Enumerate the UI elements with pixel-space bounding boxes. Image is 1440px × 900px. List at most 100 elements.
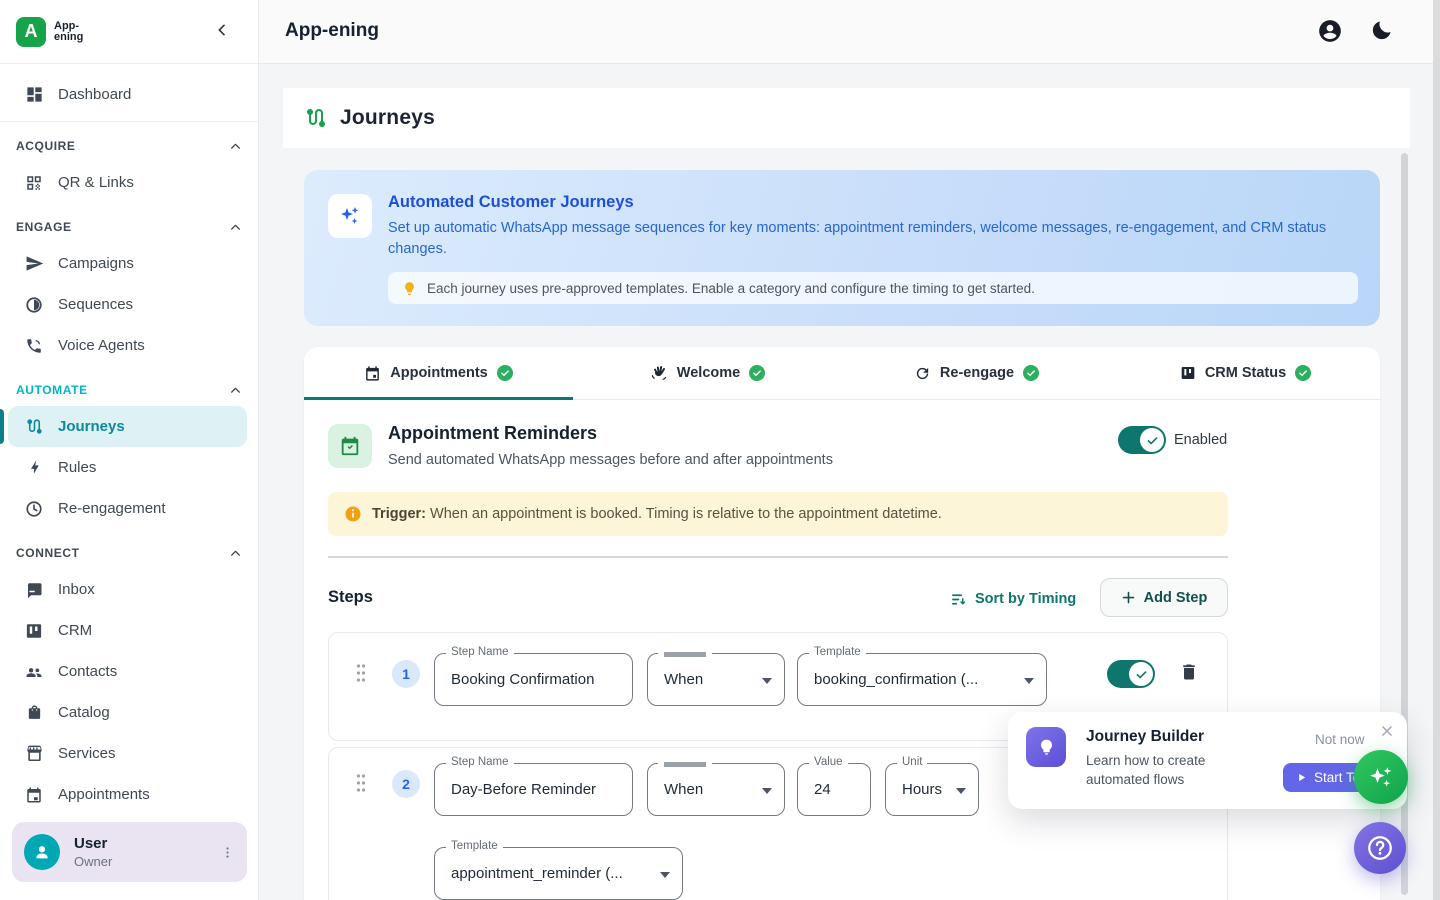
- sidebar-item-contacts[interactable]: Contacts: [0, 651, 258, 692]
- lightbulb-icon: [402, 281, 417, 296]
- sidebar-section-automate[interactable]: AUTOMATE: [0, 378, 258, 402]
- sort-by-timing-button[interactable]: Sort by Timing: [950, 585, 1076, 613]
- section-title: Appointment Reminders: [388, 423, 597, 444]
- ai-assistant-fab[interactable]: [1354, 750, 1408, 804]
- user-name: User: [74, 835, 220, 852]
- chevron-left-icon: [214, 22, 230, 38]
- sidebar-item-inbox[interactable]: Inbox: [0, 569, 258, 610]
- user-profile-card[interactable]: User Owner: [12, 822, 247, 882]
- unit-select[interactable]: Unit Hours: [885, 763, 979, 816]
- sidebar-item-appointments[interactable]: Appointments: [0, 774, 258, 815]
- drag-handle-icon[interactable]: [355, 663, 367, 683]
- sidebar-item-label: Sequences: [58, 296, 133, 313]
- when-select[interactable]: When: [647, 653, 785, 706]
- page-scrollbar[interactable]: [1433, 0, 1440, 900]
- when-select[interactable]: When: [647, 763, 785, 816]
- sidebar-section-engage[interactable]: ENGAGE: [0, 215, 258, 239]
- close-button[interactable]: [1380, 724, 1394, 738]
- sidebar-item-crm[interactable]: CRM: [0, 610, 258, 651]
- sidebar-item-sequences[interactable]: Sequences: [0, 284, 258, 325]
- steps-heading: Steps: [328, 588, 373, 607]
- step-name-input[interactable]: [435, 654, 632, 705]
- calendar-icon: [24, 786, 44, 804]
- step-number-badge: 1: [392, 660, 420, 688]
- chevron-up-icon: [229, 547, 242, 560]
- journeys-card: Appointments Welcome Re-engage CRM Statu…: [304, 347, 1380, 900]
- kanban-icon: [24, 622, 44, 640]
- toggle-thumb: [1129, 662, 1153, 686]
- sidebar-item-label: Journeys: [58, 418, 125, 435]
- tab-crm-status[interactable]: CRM Status: [1111, 347, 1380, 399]
- sidebar-item-services[interactable]: Services: [0, 733, 258, 774]
- sidebar-section-connect[interactable]: CONNECT: [0, 541, 258, 565]
- sort-icon: [950, 591, 967, 608]
- brand-name: App- ening: [54, 21, 83, 43]
- template-select[interactable]: Template appointment_reminder (...: [434, 847, 683, 900]
- step-name-field: Step Name: [434, 763, 633, 816]
- user-role: Owner: [74, 854, 220, 869]
- sidebar-item-label: Services: [58, 745, 116, 762]
- chevron-down-icon: [660, 872, 670, 878]
- step-enabled-toggle[interactable]: [1107, 660, 1155, 688]
- sidebar-item-journeys[interactable]: Journeys: [0, 406, 258, 447]
- account-button[interactable]: [1317, 18, 1343, 44]
- sort-by-timing-label: Sort by Timing: [975, 591, 1076, 607]
- not-now-button[interactable]: Not now: [1315, 732, 1365, 747]
- dark-mode-button[interactable]: [1369, 18, 1394, 44]
- tab-appointments[interactable]: Appointments: [304, 347, 573, 399]
- header-actions: [1317, 18, 1394, 44]
- page-title-bar: Journeys: [283, 88, 1410, 148]
- toggle-label: Enabled: [1174, 432, 1227, 448]
- section-icon-tile: [328, 424, 372, 468]
- sidebar-item-qr-links[interactable]: QR & Links: [0, 162, 258, 203]
- tab-re-engage[interactable]: Re-engage: [842, 347, 1111, 399]
- close-icon: [1380, 724, 1394, 738]
- sidebar-item-label: Voice Agents: [58, 337, 145, 354]
- top-header: App-ening: [259, 0, 1440, 64]
- check-badge-icon: [1023, 365, 1039, 381]
- route-icon: [304, 106, 328, 130]
- drag-handle-icon[interactable]: [355, 773, 367, 793]
- sidebar-item-catalog[interactable]: Catalog: [0, 692, 258, 733]
- person-icon: [31, 841, 53, 863]
- sidebar-item-rules[interactable]: Rules: [0, 447, 258, 488]
- sidebar-item-dashboard[interactable]: Dashboard: [0, 74, 258, 115]
- sidebar-item-voice-agents[interactable]: Voice Agents: [0, 325, 258, 366]
- refresh-icon: [914, 365, 931, 382]
- kanban-icon: [1180, 365, 1196, 381]
- trigger-body: When an appointment is booked. Timing is…: [426, 506, 942, 522]
- sidebar-item-label: CRM: [58, 622, 92, 639]
- sidebar-collapse-button[interactable]: [214, 22, 230, 38]
- more-vertical-icon[interactable]: [220, 845, 235, 860]
- section-label: CONNECT: [16, 546, 80, 560]
- section-enabled-toggle[interactable]: [1118, 426, 1166, 454]
- toast-title: Journey Builder: [1086, 728, 1204, 746]
- people-icon: [24, 662, 44, 682]
- chevron-down-icon: [956, 788, 966, 794]
- section-label: ACQUIRE: [16, 139, 76, 153]
- add-step-button[interactable]: Add Step: [1100, 578, 1228, 617]
- delete-step-button[interactable]: [1179, 661, 1199, 683]
- sidebar-section-acquire[interactable]: ACQUIRE: [0, 134, 258, 158]
- trigger-label: Trigger:: [372, 506, 426, 522]
- question-mark-icon: [1365, 833, 1395, 863]
- sequences-icon: [24, 296, 44, 314]
- step-number-badge: 2: [392, 770, 420, 798]
- section-label: AUTOMATE: [16, 383, 88, 397]
- sidebar-item-label: Dashboard: [58, 86, 131, 103]
- template-select[interactable]: Template booking_confirmation (...: [797, 653, 1047, 706]
- trigger-banner: Trigger: When an appointment is booked. …: [328, 492, 1228, 536]
- info-icon: [344, 505, 362, 523]
- help-fab[interactable]: [1354, 822, 1406, 874]
- toast-icon-tile: [1026, 727, 1066, 767]
- tab-welcome[interactable]: Welcome: [573, 347, 842, 399]
- value-input[interactable]: [798, 764, 870, 815]
- section-label: ENGAGE: [16, 220, 72, 234]
- check-badge-icon: [1295, 365, 1311, 381]
- avatar: [24, 834, 60, 870]
- divider: [328, 556, 1228, 558]
- check-badge-icon: [497, 365, 513, 381]
- sidebar-item-re-engagement[interactable]: Re-engagement: [0, 488, 258, 529]
- sidebar-item-campaigns[interactable]: Campaigns: [0, 243, 258, 284]
- step-name-input[interactable]: [435, 764, 632, 815]
